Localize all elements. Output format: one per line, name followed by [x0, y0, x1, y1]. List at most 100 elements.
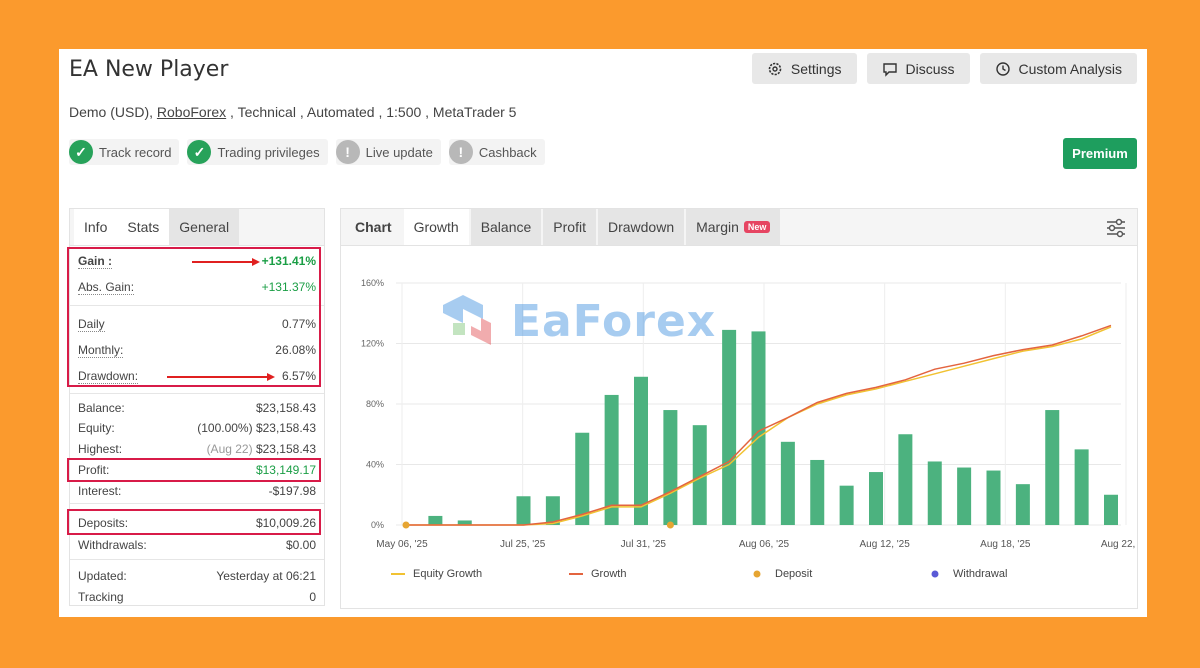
stat-highest: Highest: (Aug 22) $23,158.43 — [78, 442, 316, 456]
chat-icon — [882, 62, 897, 77]
watermark-text: EaForex — [511, 295, 717, 347]
exclamation-icon: ! — [448, 140, 473, 164]
stats-panel: Info Stats General Gain : +131.41% Abs. … — [67, 208, 325, 606]
gear-icon — [768, 62, 782, 75]
stat-value: $0.00 — [285, 538, 316, 552]
bar — [839, 485, 854, 525]
tab-stats[interactable]: Stats — [117, 209, 170, 245]
legend-label: Withdrawal — [953, 568, 1007, 580]
tab-profit[interactable]: Profit — [543, 209, 596, 245]
badge-row: ✓ Track record ✓ Trading privileges ! Li… — [69, 139, 545, 165]
check-icon: ✓ — [187, 140, 212, 164]
badge-label: Cashback — [478, 144, 537, 160]
x-tick-label: Aug 22, '25 — [1101, 539, 1137, 550]
stat-label: Balance: — [78, 401, 125, 415]
badge-track-record[interactable]: ✓ Track record — [69, 139, 180, 165]
badge-label: Live update — [365, 144, 433, 160]
discuss-label: Discuss — [905, 60, 955, 77]
stat-label: Updated: — [78, 569, 127, 583]
legend-label: Equity Growth — [413, 568, 482, 580]
tab-margin[interactable]: Margin New — [686, 209, 781, 245]
stat-withdrawals: Withdrawals: $0.00 — [78, 538, 316, 552]
stat-interest: Interest: -$197.98 — [78, 484, 316, 498]
equity-percent: (100.00%) — [197, 421, 253, 435]
chart-tabs: Chart Growth Balance Profit Drawdown Mar… — [341, 209, 1137, 246]
stat-label: Withdrawals: — [78, 538, 147, 552]
y-tick-label: 120% — [361, 339, 384, 349]
bar — [575, 432, 590, 525]
stat-value: Yesterday at 06:21 — [216, 569, 316, 583]
highest-date: (Aug 22) — [206, 442, 253, 456]
stat-balance: Balance: $23,158.43 — [78, 401, 316, 415]
stat-tracking: Tracking 0 — [78, 590, 316, 604]
broker-link[interactable]: RoboForex — [157, 104, 226, 120]
margin-label: Margin — [696, 219, 739, 235]
tab-growth[interactable]: Growth — [403, 209, 469, 245]
stat-label: Tracking — [78, 590, 124, 604]
subtitle-prefix: Demo (USD), — [69, 104, 157, 120]
divider — [70, 559, 324, 560]
watermark-logo — [443, 295, 491, 345]
divider — [70, 503, 324, 504]
bar — [428, 515, 443, 525]
bar — [1015, 484, 1030, 525]
premium-button[interactable]: Premium — [1063, 138, 1137, 169]
stat-value: -$197.98 — [268, 484, 316, 498]
bar — [516, 496, 531, 525]
legend-swatch — [931, 570, 939, 578]
highlight-box — [67, 509, 321, 535]
stat-updated: Updated: Yesterday at 06:21 — [78, 569, 316, 583]
badge-live-update[interactable]: ! Live update — [335, 139, 441, 165]
divider — [70, 393, 324, 394]
y-tick-label: 0% — [371, 520, 384, 530]
bar — [722, 329, 737, 525]
chart-heading: Chart — [355, 219, 392, 235]
settings-button[interactable]: Settings — [751, 53, 857, 84]
highlight-box — [67, 247, 321, 387]
tab-balance[interactable]: Balance — [470, 209, 542, 245]
bar — [986, 470, 1001, 525]
clock-icon — [995, 61, 1010, 76]
stat-label: Equity: — [78, 421, 115, 435]
bar — [663, 410, 678, 525]
badge-cashback[interactable]: ! Cashback — [448, 139, 545, 165]
stat-label: Interest: — [78, 484, 122, 498]
page-title: EA New Player — [69, 57, 229, 82]
y-tick-label: 160% — [361, 278, 384, 288]
stat-value: (100.00%) $23,158.43 — [197, 421, 316, 435]
discuss-button[interactable]: Discuss — [866, 53, 970, 84]
subtitle-suffix: , Technical , Automated , 1:500 , MetaTr… — [226, 104, 517, 120]
badge-trading-privileges[interactable]: ✓ Trading privileges — [187, 139, 328, 165]
stats-tabs: Info Stats General — [70, 209, 324, 246]
custom-analysis-button[interactable]: Custom Analysis — [979, 53, 1137, 84]
tab-drawdown[interactable]: Drawdown — [597, 209, 685, 245]
account-card: EA New Player Demo (USD), RoboForex , Te… — [59, 49, 1147, 617]
legend-label: Deposit — [775, 568, 812, 580]
deposit-point — [666, 521, 674, 529]
x-tick-label: Aug 18, '25 — [980, 539, 1031, 550]
tab-general[interactable]: General — [169, 209, 240, 245]
bar — [869, 472, 883, 525]
bar — [1074, 449, 1089, 525]
highest-amount: $23,158.43 — [255, 442, 316, 456]
bar — [957, 467, 972, 525]
check-icon: ✓ — [69, 140, 93, 164]
filter-sliders-icon[interactable] — [1105, 217, 1127, 239]
account-subtitle: Demo (USD), RoboForex , Technical , Auto… — [69, 104, 516, 120]
bar — [927, 461, 942, 525]
stat-equity: Equity: (100.00%) $23,158.43 — [78, 421, 316, 435]
tab-info[interactable]: Info — [74, 209, 118, 245]
y-tick-label: 80% — [366, 399, 384, 409]
bar — [1045, 410, 1060, 525]
custom-analysis-label: Custom Analysis — [1018, 60, 1122, 77]
bar — [1104, 494, 1118, 525]
stat-value: 0 — [309, 590, 316, 604]
legend-swatch — [753, 570, 761, 578]
bar — [898, 434, 913, 525]
bar — [810, 459, 825, 525]
badge-label: Track record — [99, 144, 172, 160]
settings-label: Settings — [790, 60, 842, 77]
x-tick-label: Jul 31, '25 — [621, 539, 667, 550]
top-actions: Settings Discuss Custom Analysis — [751, 53, 1137, 84]
stat-label: Highest: — [78, 442, 123, 456]
